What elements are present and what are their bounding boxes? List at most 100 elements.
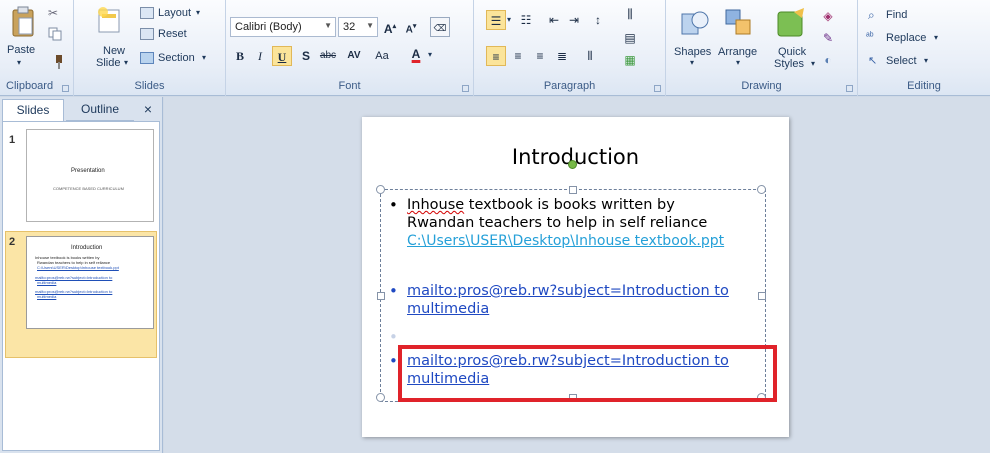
quick-styles-button[interactable]: Quick (778, 46, 806, 58)
shrink-font-icon[interactable]: A▾ (401, 17, 421, 37)
shapes-dropdown-icon[interactable]: ▾ (690, 58, 694, 67)
rotation-handle[interactable] (568, 160, 577, 169)
increase-indent-button[interactable]: ⇥ (564, 10, 584, 30)
font-size-combo[interactable]: 32 ▼ (338, 17, 378, 37)
reset-button[interactable]: Reset (158, 28, 187, 40)
align-center-button[interactable]: ≡ (508, 46, 528, 66)
paragraph-launcher-icon[interactable] (654, 85, 661, 92)
misspelled-word[interactable]: Inhouse (407, 197, 464, 213)
tab-slides[interactable]: Slides (2, 99, 64, 121)
resize-handle-sw[interactable] (376, 393, 385, 402)
slide-editing-area: Introduction • Inhouse textbook is books… (164, 97, 990, 453)
shapes-button[interactable]: Shapes (674, 46, 711, 58)
font-launcher-icon[interactable] (462, 85, 469, 92)
paste-button[interactable]: Paste (7, 44, 35, 56)
font-name-dropdown-icon[interactable]: ▼ (324, 21, 332, 30)
select-dropdown-icon[interactable]: ▾ (924, 56, 928, 65)
shapes-icon[interactable] (680, 8, 710, 38)
text-direction-button[interactable]: ⫼ (620, 4, 640, 24)
tab-outline[interactable]: Outline (66, 99, 134, 121)
slide-canvas[interactable]: Introduction • Inhouse textbook is books… (362, 117, 789, 437)
resize-handle-nw[interactable] (376, 185, 385, 194)
paste-dropdown-icon[interactable]: ▾ (17, 58, 21, 67)
numbering-button[interactable]: ☷ (516, 10, 536, 30)
font-size-dropdown-icon[interactable]: ▼ (366, 21, 374, 30)
find-button[interactable]: Find (886, 9, 907, 21)
font-name-combo[interactable]: Calibri (Body) ▼ (230, 17, 336, 37)
replace-button[interactable]: Replace (886, 32, 926, 44)
thumb-line: multimedia (37, 294, 57, 299)
reset-icon (140, 28, 154, 40)
resize-handle-n[interactable] (569, 186, 577, 194)
align-right-button[interactable]: ≡ (530, 46, 550, 66)
font-label: Font (338, 80, 361, 92)
arrange-dropdown-icon[interactable]: ▾ (736, 58, 740, 67)
section-button[interactable]: Section (158, 52, 195, 64)
clipboard-launcher-icon[interactable] (62, 85, 69, 92)
quick-styles-dropdown-icon[interactable]: ▾ (811, 59, 815, 68)
font-group: Calibri (Body) ▼ 32 ▼ A▴ A▾ ⌫ B I U S ab… (226, 0, 474, 96)
select-button[interactable]: Select (886, 55, 917, 67)
quick-styles-label-2[interactable]: Styles (774, 58, 804, 70)
strikethrough-button[interactable]: abc (318, 46, 338, 66)
layout-dropdown-icon[interactable]: ▾ (196, 8, 200, 17)
font-color-dropdown-icon[interactable]: ▾ (428, 50, 432, 59)
smartart-button[interactable]: ▦ (620, 50, 640, 70)
shape-fill-icon[interactable]: ◈ (818, 6, 838, 26)
arrange-button[interactable]: Arrange (718, 46, 757, 58)
section-dropdown-icon[interactable]: ▾ (202, 53, 206, 62)
character-spacing-button[interactable]: AV (344, 46, 364, 66)
columns-button[interactable]: ⫴ (580, 46, 600, 66)
new-slide-button[interactable]: New (103, 45, 125, 57)
underline-button[interactable]: U (272, 46, 292, 66)
mailto-link-1[interactable]: mailto:pros@reb.rw?subject=Introduction … (407, 282, 729, 300)
editing-group: ⌕ Find ᵃᵇ Replace ▾ ↖ Select ▾ Editing (858, 0, 990, 96)
thumb-subtitle: COMPETENCE BASED CURRICULUM (53, 186, 124, 191)
replace-icon[interactable]: ᵃᵇ (866, 31, 874, 42)
clear-formatting-icon[interactable]: ⌫ (430, 17, 450, 37)
new-slide-icon[interactable] (96, 6, 122, 36)
new-slide-label-2[interactable]: Slide (96, 57, 120, 69)
select-icon[interactable]: ↖ (868, 54, 877, 67)
bold-button[interactable]: B (230, 46, 250, 66)
resize-handle-w[interactable] (377, 292, 385, 300)
change-case-button[interactable]: Aa (372, 46, 392, 66)
font-color-button[interactable]: A (406, 44, 426, 64)
grow-font-icon[interactable]: A▴ (380, 17, 400, 37)
shape-effects-icon[interactable]: ◐ (818, 50, 838, 70)
resize-handle-e[interactable] (758, 292, 766, 300)
align-left-button[interactable]: ≡ (486, 46, 506, 66)
line-spacing-button[interactable]: ↕ (588, 10, 608, 30)
slides-group: New Slide ▾ Layout ▾ Reset Section ▾ Sli… (74, 0, 226, 96)
find-icon[interactable]: ⌕ (868, 8, 875, 23)
close-pane-icon[interactable]: × (138, 99, 158, 121)
mailto-link-1-cont[interactable]: multimedia (407, 300, 489, 318)
format-painter-icon[interactable] (50, 54, 64, 70)
bullets-dropdown-icon[interactable]: ▾ (507, 15, 511, 24)
bullet-1-line-2[interactable]: Rwandan teachers to help in self relianc… (407, 214, 707, 232)
drawing-launcher-icon[interactable] (846, 85, 853, 92)
replace-dropdown-icon[interactable]: ▾ (934, 33, 938, 42)
copy-icon[interactable] (48, 27, 62, 41)
font-size-value: 32 (343, 21, 356, 33)
resize-handle-ne[interactable] (757, 185, 766, 194)
new-slide-dropdown-icon[interactable]: ▾ (124, 58, 128, 67)
decrease-indent-button[interactable]: ⇤ (544, 10, 564, 30)
cut-icon[interactable]: ✂ (48, 6, 58, 20)
paste-icon[interactable] (10, 6, 36, 38)
file-path-link[interactable]: C:\Users\USER\Desktop\Inhouse textbook.p… (407, 232, 724, 250)
arrange-icon[interactable] (724, 8, 754, 38)
justify-button[interactable]: ≣ (552, 46, 572, 66)
thumb-title: Presentation (71, 168, 105, 174)
thumb-number: 2 (9, 236, 16, 248)
slide-thumbnail-2[interactable]: Introduction Inhouse textbook is books w… (26, 236, 154, 329)
shadow-button[interactable]: S (296, 46, 316, 66)
quick-styles-icon[interactable] (776, 8, 806, 38)
bullet-1-line-1[interactable]: Inhouse textbook is books written by (407, 196, 675, 214)
bullets-button[interactable]: ☰ (486, 10, 506, 30)
slide-thumbnail-1[interactable]: Presentation COMPETENCE BASED CURRICULUM (26, 129, 154, 222)
layout-button[interactable]: Layout (158, 7, 191, 19)
shape-outline-icon[interactable]: ✎ (818, 28, 838, 48)
italic-button[interactable]: I (250, 46, 270, 66)
align-text-button[interactable]: ▤ (620, 28, 640, 48)
